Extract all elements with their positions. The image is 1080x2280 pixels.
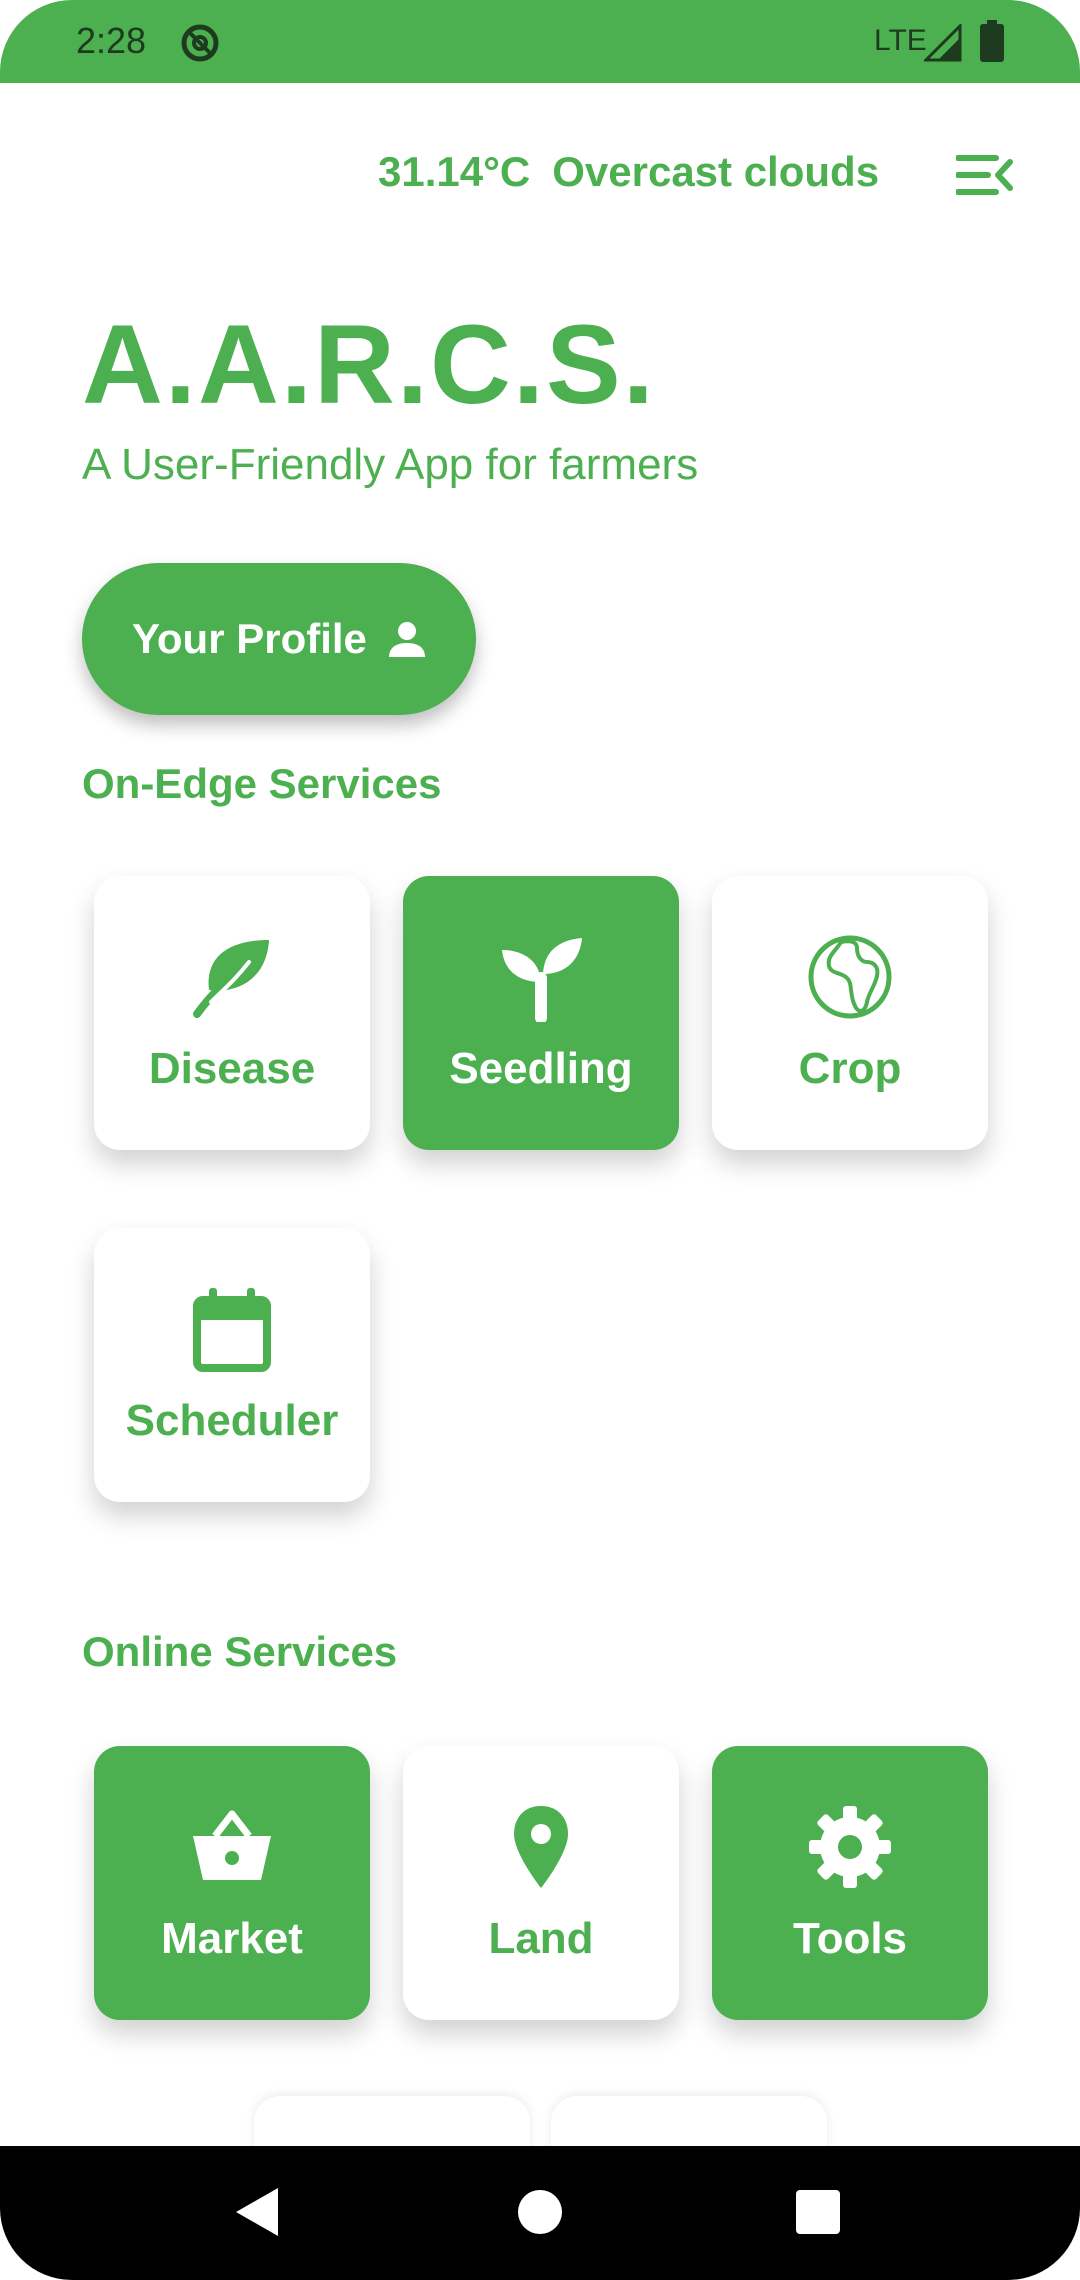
service-card-label: Tools (792, 1914, 908, 1963)
service-card-label: Disease (148, 1044, 316, 1093)
back-icon[interactable] (234, 2186, 280, 2238)
your-profile-button[interactable]: Your Profile (82, 563, 476, 715)
app-subtitle: A User-Friendly App for farmers (82, 440, 699, 489)
service-card-tools[interactable]: Tools (712, 1746, 988, 2020)
screen: 2:28 LTE 31.14°C Overcast clouds A.A.R.C.… (0, 0, 1080, 2280)
network-type: LTE (874, 24, 927, 57)
service-card-crop[interactable]: Crop (712, 876, 988, 1150)
home-icon[interactable] (518, 2190, 562, 2234)
navigation-bar (0, 2146, 1080, 2280)
person-icon (388, 622, 425, 657)
service-card-seedling[interactable]: Seedling (403, 876, 679, 1150)
service-card-disease[interactable]: Disease (94, 876, 370, 1150)
calendar-icon (193, 1288, 271, 1372)
menu-collapse-icon[interactable] (956, 150, 1014, 200)
status-bar: 2:28 LTE (0, 0, 1080, 83)
basket-icon (193, 1810, 271, 1880)
section-title-online: Online Services (82, 1628, 398, 1675)
location-pin-icon (514, 1806, 568, 1888)
gear-icon (809, 1806, 891, 1888)
service-card-label: Seedling (449, 1044, 633, 1093)
app-title: A.A.R.C.S. (82, 302, 656, 427)
weather-temperature: 31.14°C (378, 148, 531, 195)
globe-africa-icon (808, 935, 892, 1019)
do-not-disturb-icon (181, 24, 219, 62)
status-time: 2:28 (76, 20, 147, 61)
weather-condition: Overcast clouds (552, 148, 880, 195)
service-card-label: Land (488, 1914, 594, 1963)
section-title-on-edge: On-Edge Services (82, 760, 442, 807)
leaf-icon (193, 940, 269, 1018)
battery-icon (980, 20, 1004, 62)
service-card-label: Crop (798, 1044, 902, 1093)
profile-button-label: Your Profile (132, 615, 367, 662)
service-card-market[interactable]: Market (94, 1746, 370, 2020)
weather-info: 31.14°C Overcast clouds (378, 148, 879, 196)
service-card-label: Scheduler (125, 1396, 339, 1445)
service-card-scheduler[interactable]: Scheduler (94, 1228, 370, 1502)
recents-icon[interactable] (796, 2190, 840, 2234)
sprout-icon (502, 938, 582, 1022)
service-card-label: Market (161, 1914, 303, 1963)
service-card-land[interactable]: Land (403, 1746, 679, 2020)
signal-icon (924, 24, 962, 62)
